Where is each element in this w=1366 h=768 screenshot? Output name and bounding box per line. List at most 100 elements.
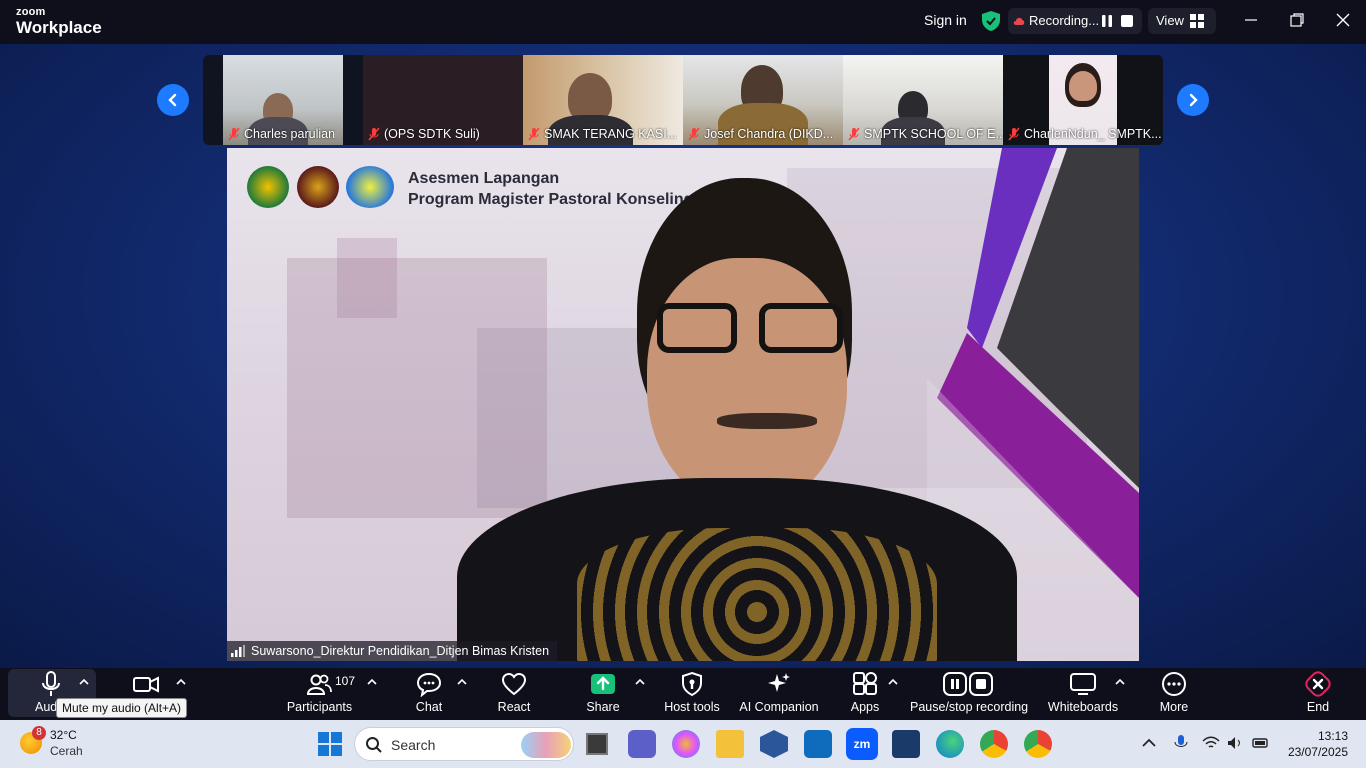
host-tools-button[interactable]: Host tools <box>662 668 722 720</box>
share-button[interactable]: Share <box>584 668 622 720</box>
windows-start-icon[interactable] <box>316 730 344 758</box>
share-options-caret-icon[interactable] <box>634 676 646 688</box>
glasses-right <box>759 303 843 353</box>
previous-page-button[interactable] <box>157 84 189 116</box>
sign-in-link[interactable]: Sign in <box>924 12 967 28</box>
weather-badge: 8 <box>32 726 46 740</box>
more-dots-icon <box>1162 672 1186 696</box>
restore-icon[interactable] <box>1289 12 1305 28</box>
participant-tile[interactable]: SMPTK SCHOOL OF E... <box>843 55 1003 145</box>
apps-icon <box>853 672 877 695</box>
active-speaker-video[interactable]: Asesmen Lapangan Program Magister Pastor… <box>227 148 1139 661</box>
chat-icon <box>416 672 442 697</box>
muted-mic-icon <box>528 127 540 140</box>
teams-icon[interactable] <box>628 730 656 758</box>
participant-tile[interactable]: Josef Chandra (DIKD... <box>683 55 843 145</box>
participant-strip: Charles parulian (OPS SDTK Suli) SMAK TE… <box>203 55 1163 145</box>
whiteboards-options-caret-icon[interactable] <box>1114 676 1126 688</box>
pause-recording-icon[interactable] <box>1099 13 1115 29</box>
weather-temperature: 32°C <box>50 728 77 742</box>
host-tools-label: Host tools <box>664 700 720 714</box>
brand-top: zoom <box>16 6 46 18</box>
wifi-icon[interactable] <box>1202 734 1220 752</box>
university-logo <box>297 166 339 208</box>
accreditation-logo <box>346 166 394 208</box>
pause-stop-label: Pause/stop recording <box>910 700 1029 714</box>
muted-mic-icon <box>228 127 240 140</box>
chrome-profile-icon[interactable] <box>1024 730 1052 758</box>
ai-companion-label: AI Companion <box>739 700 819 714</box>
meeting-stage: Charles parulian (OPS SDTK Suli) SMAK TE… <box>0 44 1366 668</box>
participant-name: SMAK TERANG KASI... <box>527 125 677 142</box>
speaker-name-label: Suwarsono_Direktur Pendidikan_Ditjen Bim… <box>227 641 558 661</box>
participant-name: CharlenNdun_ SMPTK... <box>1007 125 1162 142</box>
system-clock[interactable]: 13:13 23/07/2025 <box>1288 728 1348 760</box>
zoom-taskbar-icon[interactable]: zm <box>846 728 878 760</box>
chat-button[interactable]: Chat <box>410 668 448 720</box>
view-label: View <box>1156 13 1184 28</box>
windows-taskbar: 8 32°C Cerah Search zm 13:13 23/07/2025 <box>0 720 1366 768</box>
chat-options-caret-icon[interactable] <box>456 676 468 688</box>
app-icon[interactable] <box>892 730 920 758</box>
chevron-right-icon <box>1189 93 1198 107</box>
store-app-icon[interactable] <box>760 730 788 758</box>
signal-strength-icon <box>231 645 245 657</box>
clock-time: 13:13 <box>1317 729 1348 743</box>
zoom-logo: zoom Workplace <box>16 6 102 37</box>
audio-options-caret-icon[interactable] <box>78 676 90 688</box>
chat-label: Chat <box>415 700 443 714</box>
participant-tile[interactable]: (OPS SDTK Suli) <box>363 55 523 145</box>
participant-tile[interactable]: SMAK TERANG KASI... <box>523 55 683 145</box>
recording-indicator[interactable]: Recording... <box>1008 8 1142 34</box>
taskbar-search[interactable]: Search <box>354 727 574 761</box>
pause-stop-recording-button[interactable]: Pause/stop recording <box>910 668 1029 720</box>
participant-name: Josef Chandra (DIKD... <box>687 125 833 142</box>
task-view-icon[interactable] <box>586 733 608 755</box>
copilot-icon[interactable] <box>672 730 700 758</box>
next-page-button[interactable] <box>1177 84 1209 116</box>
title-bar: zoom Workplace Sign in Recording... View <box>0 0 1366 44</box>
volume-icon[interactable] <box>1226 734 1244 752</box>
outlook-icon[interactable] <box>804 730 832 758</box>
participants-options-caret-icon[interactable] <box>366 676 378 688</box>
apps-options-caret-icon[interactable] <box>887 676 899 688</box>
recording-label: Recording... <box>1029 13 1100 28</box>
share-screen-icon <box>591 674 615 694</box>
view-button[interactable]: View <box>1148 8 1216 34</box>
react-button[interactable]: React <box>494 668 534 720</box>
participants-icon <box>306 674 332 695</box>
apps-button[interactable]: Apps <box>846 668 884 720</box>
video-options-caret-icon[interactable] <box>175 676 187 688</box>
minimize-icon[interactable] <box>1243 12 1259 28</box>
show-hidden-icons-chevron-icon[interactable] <box>1140 734 1158 752</box>
whiteboards-label: Whiteboards <box>1047 700 1119 714</box>
security-shield-icon[interactable] <box>982 11 1000 31</box>
muted-mic-icon <box>848 127 860 140</box>
whiteboards-button[interactable]: Whiteboards <box>1046 668 1120 720</box>
search-icon <box>366 737 382 753</box>
glasses-left <box>657 303 737 353</box>
search-highlight-icon <box>521 732 571 758</box>
battery-icon[interactable] <box>1252 734 1270 752</box>
participant-tile[interactable]: Charles parulian <box>223 55 343 145</box>
ai-companion-button[interactable]: AI Companion <box>738 668 820 720</box>
batik-pattern <box>577 528 937 661</box>
participant-tile[interactable]: CharlenNdun_ SMPTK... <box>1003 55 1163 145</box>
muted-mic-icon <box>1008 127 1020 140</box>
close-icon[interactable] <box>1335 12 1351 28</box>
muted-mic-icon <box>688 127 700 140</box>
microphone-tray-icon[interactable] <box>1172 734 1190 752</box>
pause-stop-recording-icon <box>943 672 993 696</box>
end-meeting-icon <box>1305 671 1331 697</box>
clock-date: 23/07/2025 <box>1287 745 1348 759</box>
end-meeting-button[interactable]: End <box>1300 668 1336 720</box>
chevron-left-icon <box>168 93 177 107</box>
file-explorer-icon[interactable] <box>716 730 744 758</box>
react-label: React <box>497 700 531 714</box>
sparkle-icon <box>768 673 790 692</box>
more-button[interactable]: More <box>1154 668 1194 720</box>
participant-name: Charles parulian <box>227 125 335 142</box>
edge-icon[interactable] <box>936 730 964 758</box>
chrome-icon[interactable] <box>980 730 1008 758</box>
stop-recording-icon[interactable] <box>1120 14 1134 28</box>
